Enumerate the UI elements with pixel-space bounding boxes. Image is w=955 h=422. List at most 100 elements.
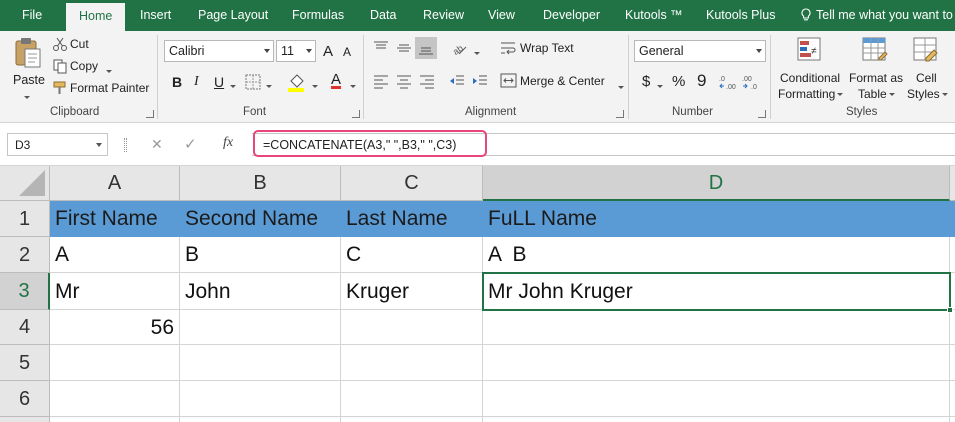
- shrink-font-button[interactable]: A: [343, 45, 351, 59]
- cell-b2[interactable]: B: [180, 237, 341, 273]
- row-header-5[interactable]: 5: [0, 345, 50, 381]
- tab-view[interactable]: View: [488, 0, 515, 31]
- bottom-align-button[interactable]: [415, 37, 437, 59]
- middle-align-icon[interactable]: [395, 39, 413, 57]
- cell-e5[interactable]: [950, 345, 955, 381]
- underline-button[interactable]: U: [214, 74, 224, 90]
- cell-e1[interactable]: [950, 201, 955, 237]
- font-color-dropdown-icon[interactable]: [350, 85, 356, 89]
- cell-e2[interactable]: [950, 237, 955, 273]
- cut-button[interactable]: Cut: [52, 34, 132, 54]
- cell-d7[interactable]: [483, 417, 950, 422]
- cell-a2[interactable]: A: [50, 237, 180, 273]
- cancel-icon[interactable]: ✕: [151, 136, 163, 153]
- align-right-icon[interactable]: [418, 72, 436, 90]
- copy-button[interactable]: Copy: [52, 56, 132, 76]
- cell-c4[interactable]: [341, 310, 483, 345]
- cell-c2[interactable]: C: [341, 237, 483, 273]
- italic-button[interactable]: I: [194, 74, 199, 90]
- align-center-icon[interactable]: [395, 72, 413, 90]
- cell-c6[interactable]: [341, 381, 483, 417]
- cell-a3[interactable]: Mr: [50, 273, 180, 310]
- cell-a4[interactable]: 56: [50, 310, 180, 345]
- cell-e4[interactable]: [950, 310, 955, 345]
- tab-kutools[interactable]: Kutools ™: [625, 0, 683, 31]
- cell-d1[interactable]: FuLL Name: [483, 201, 950, 237]
- format-as-table-button[interactable]: Format as Table: [847, 34, 905, 104]
- tell-me-search[interactable]: Tell me what you want to d: [800, 0, 955, 31]
- fill-color-icon[interactable]: [286, 71, 308, 93]
- font-size-dropdown[interactable]: 11: [276, 40, 316, 62]
- enter-icon[interactable]: ✓: [184, 135, 197, 153]
- tab-kutools-plus[interactable]: Kutools Plus: [706, 0, 775, 31]
- column-header-a[interactable]: A: [50, 166, 180, 201]
- format-painter-button[interactable]: Format Painter: [52, 78, 152, 98]
- cell-b1[interactable]: Second Name: [180, 201, 341, 237]
- increase-indent-icon[interactable]: [471, 72, 489, 90]
- row-header-2[interactable]: 2: [0, 237, 50, 273]
- orientation-icon[interactable]: ab: [449, 38, 469, 58]
- cell-styles-button[interactable]: Cell Styles: [906, 34, 948, 104]
- borders-icon[interactable]: [244, 73, 262, 91]
- cell-b3[interactable]: John: [180, 273, 341, 310]
- row-header-6[interactable]: 6: [0, 381, 50, 417]
- column-header-e[interactable]: [950, 166, 955, 201]
- top-align-icon[interactable]: [372, 39, 390, 57]
- clipboard-launcher-icon[interactable]: [146, 110, 154, 118]
- cell-a1[interactable]: First Name: [50, 201, 180, 237]
- insert-function-icon[interactable]: fx: [223, 135, 233, 151]
- bold-button[interactable]: B: [172, 74, 182, 90]
- cell-c5[interactable]: [341, 345, 483, 381]
- cell-a6[interactable]: [50, 381, 180, 417]
- select-all-button[interactable]: [0, 166, 50, 201]
- tab-insert[interactable]: Insert: [140, 0, 171, 31]
- grow-font-button[interactable]: A: [323, 43, 333, 60]
- currency-button[interactable]: $: [642, 73, 650, 90]
- conditional-formatting-button[interactable]: ≠ Conditional Formatting: [776, 34, 844, 104]
- font-name-dropdown[interactable]: Calibri: [164, 40, 274, 62]
- column-header-d[interactable]: D: [483, 166, 950, 201]
- merge-center-button[interactable]: Merge & Center: [500, 71, 625, 91]
- paste-button[interactable]: Paste: [8, 35, 48, 100]
- wrap-text-button[interactable]: Wrap Text: [500, 39, 590, 59]
- fill-handle[interactable]: [947, 307, 953, 313]
- splitter-handle[interactable]: [124, 138, 127, 152]
- increase-decimal-icon[interactable]: .0.00: [718, 73, 738, 91]
- tab-review[interactable]: Review: [423, 0, 464, 31]
- tab-formulas[interactable]: Formulas: [292, 0, 344, 31]
- cell-d2[interactable]: A B: [483, 237, 950, 273]
- row-header-4[interactable]: 4: [0, 310, 50, 345]
- font-launcher-icon[interactable]: [352, 110, 360, 118]
- cell-b7[interactable]: [180, 417, 341, 422]
- column-header-c[interactable]: C: [341, 166, 483, 201]
- underline-dropdown-icon[interactable]: [230, 85, 236, 89]
- tab-data[interactable]: Data: [370, 0, 396, 31]
- tab-file[interactable]: File: [22, 0, 42, 31]
- decrease-decimal-icon[interactable]: .00.0: [741, 73, 761, 91]
- cell-a5[interactable]: [50, 345, 180, 381]
- row-header-1[interactable]: 1: [0, 201, 50, 237]
- fill-color-dropdown-icon[interactable]: [312, 85, 318, 89]
- tab-developer[interactable]: Developer: [543, 0, 600, 31]
- orientation-dropdown-icon[interactable]: [474, 52, 480, 56]
- percent-button[interactable]: %: [672, 73, 685, 90]
- decrease-indent-icon[interactable]: [448, 72, 466, 90]
- tab-home[interactable]: Home: [66, 3, 126, 31]
- cell-c3[interactable]: Kruger: [341, 273, 483, 310]
- number-launcher-icon[interactable]: [758, 110, 766, 118]
- font-color-button[interactable]: A: [331, 71, 341, 88]
- currency-dropdown-icon[interactable]: [657, 85, 663, 89]
- column-header-b[interactable]: B: [180, 166, 341, 201]
- comma-style-button[interactable]: 9: [697, 71, 706, 91]
- alignment-launcher-icon[interactable]: [616, 110, 624, 118]
- align-left-icon[interactable]: [372, 72, 390, 90]
- borders-dropdown-icon[interactable]: [266, 85, 272, 89]
- number-format-dropdown[interactable]: General: [634, 40, 766, 62]
- cell-d4[interactable]: [483, 310, 950, 345]
- cell-a7[interactable]: [50, 417, 180, 422]
- row-header-7[interactable]: [0, 417, 50, 422]
- cell-e6[interactable]: [950, 381, 955, 417]
- cell-c1[interactable]: Last Name: [341, 201, 483, 237]
- cell-b5[interactable]: [180, 345, 341, 381]
- cell-c7[interactable]: [341, 417, 483, 422]
